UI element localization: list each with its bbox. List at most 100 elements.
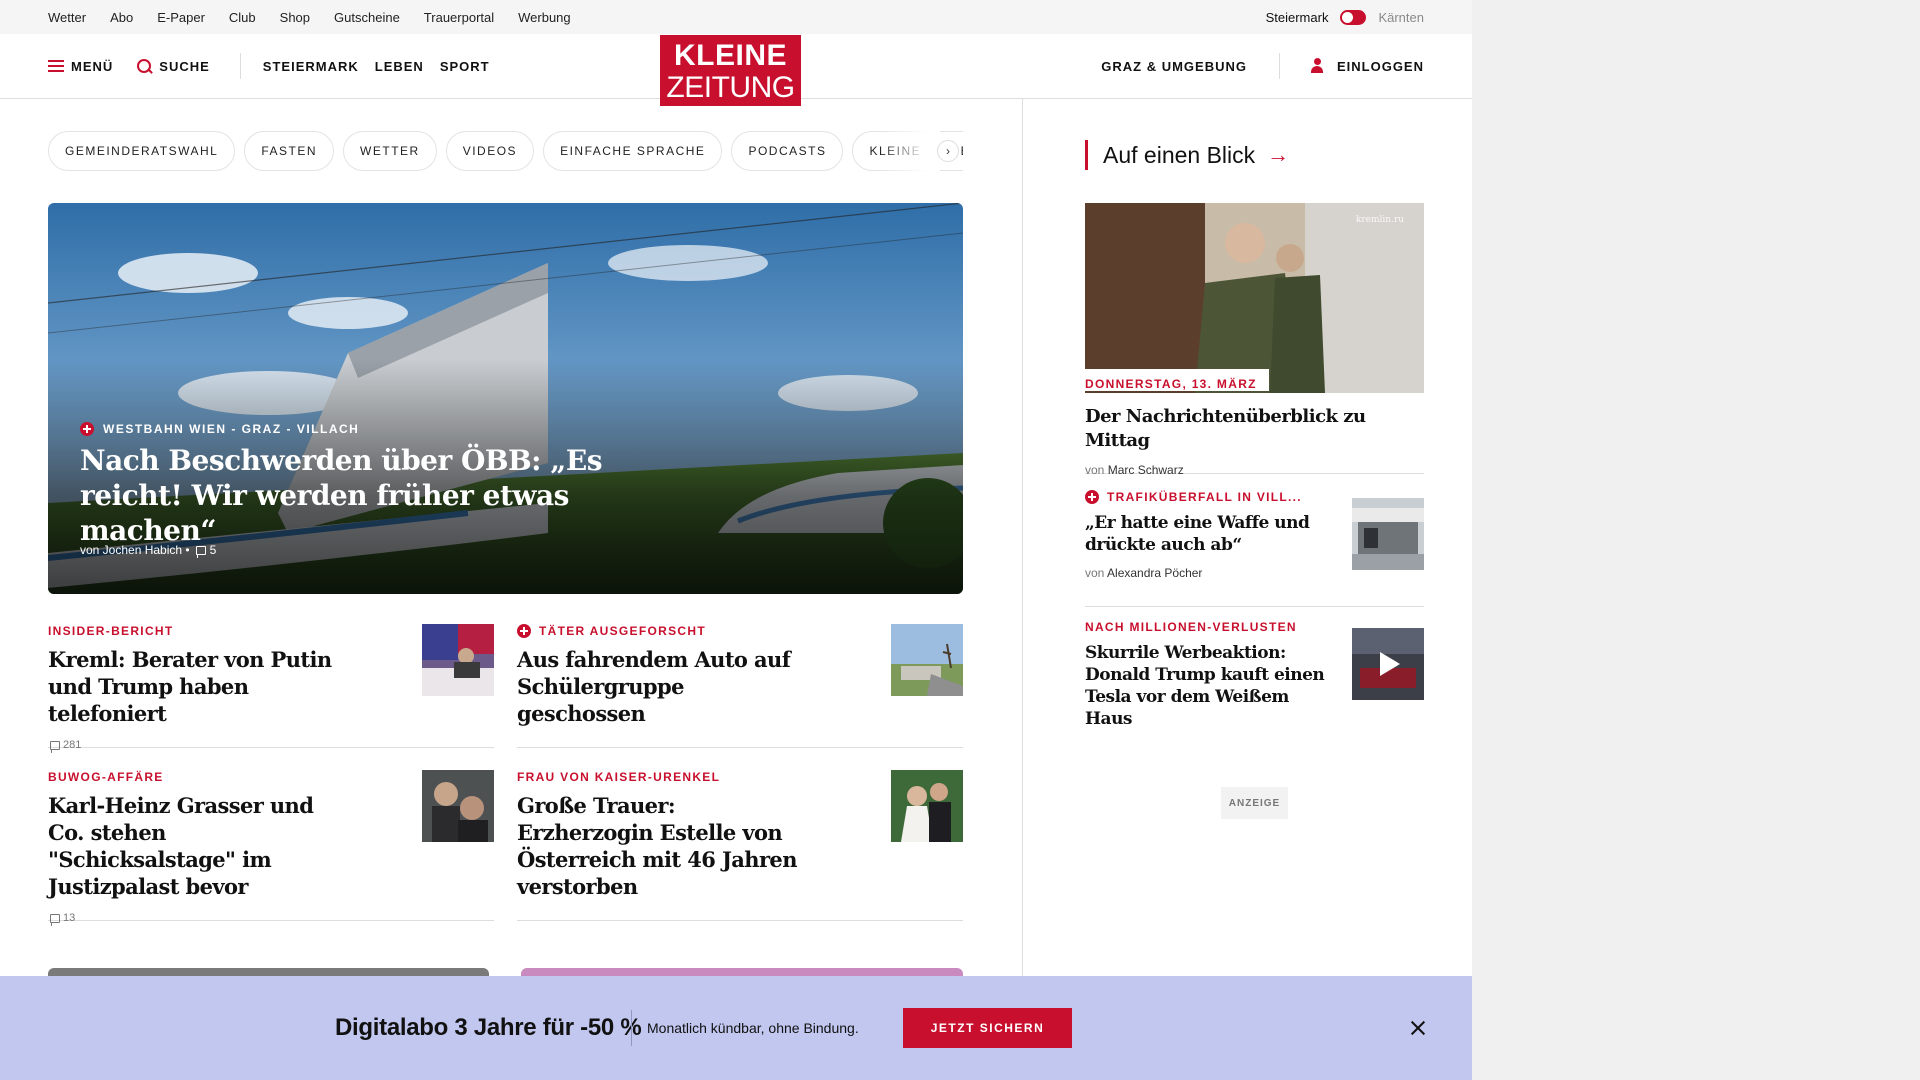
nav-divider bbox=[239, 53, 241, 79]
main-nav: MENÜ SUCHE STEIERMARK LEBEN SPORT KLEINE… bbox=[0, 34, 1472, 106]
sidebar-heading-auf-einen-blick[interactable]: Auf einen Blick → bbox=[1085, 140, 1289, 170]
sidebar-feature-image: kremlin.ru DONNERSTAG, 13. MÄRZ bbox=[1085, 203, 1424, 393]
article-thumbnail bbox=[422, 624, 494, 696]
search-label: SUCHE bbox=[159, 58, 210, 74]
hamburger-icon bbox=[48, 60, 64, 72]
article-teaser-grasser[interactable]: BUWOG-AFFÄRE Karl-Heinz Grasser und Co. … bbox=[48, 770, 494, 926]
utility-link-shop[interactable]: Shop bbox=[280, 10, 310, 25]
login-button[interactable]: EINLOGGEN bbox=[1310, 58, 1424, 74]
pill-videos[interactable]: VIDEOS bbox=[445, 131, 535, 171]
nav-left: MENÜ SUCHE STEIERMARK LEBEN SPORT bbox=[48, 34, 490, 98]
hero-comment-count: 5 bbox=[209, 543, 217, 557]
nav-steiermark[interactable]: STEIERMARK bbox=[263, 59, 359, 74]
sidebar-feature-author: Marc Schwarz bbox=[1107, 463, 1184, 477]
nav-graz-umgebung[interactable]: GRAZ & UMGEBUNG bbox=[1101, 59, 1247, 74]
utility-bar: Wetter Abo E-Paper Club Shop Gutscheine … bbox=[0, 0, 1472, 34]
sidebar-article-author: Alexandra Pöcher bbox=[1107, 566, 1203, 580]
article-comment-count: 281 bbox=[63, 739, 82, 751]
promo-subtitle: Monatlich kündbar, ohne Bindung. bbox=[647, 1020, 859, 1036]
sidebar-feature-meta: von Marc Schwarz bbox=[1085, 463, 1424, 477]
user-icon bbox=[1310, 58, 1324, 74]
page: Wetter Abo E-Paper Club Shop Gutscheine … bbox=[0, 0, 1472, 1080]
pill-podcasts[interactable]: PODCASTS bbox=[731, 131, 844, 171]
subscription-banner: Digitalabo 3 Jahre für -50 % Monatlich k… bbox=[0, 976, 1472, 1080]
promo-divider bbox=[631, 1010, 632, 1046]
hero-kicker: WESTBAHN WIEN - GRAZ - VILLACH bbox=[80, 422, 359, 436]
jetzt-sichern-button[interactable]: JETZT SICHERN bbox=[903, 1008, 1072, 1048]
region-switch: Steiermark Kärnten bbox=[1266, 0, 1424, 34]
hero-meta: von Jochen Habich • 5 bbox=[80, 543, 217, 558]
article-headline[interactable]: Aus fahrendem Auto auf Schülergruppe ges… bbox=[517, 646, 817, 727]
utility-link-gutscheine[interactable]: Gutscheine bbox=[334, 10, 400, 25]
article-teaser-schuelergruppe[interactable]: TÄTER AUSGEFORSCHT Aus fahrendem Auto au… bbox=[517, 624, 963, 748]
hero-headline[interactable]: Nach Beschwerden über ÖBB: „Es reicht! W… bbox=[80, 443, 700, 548]
utility-link-epaper[interactable]: E-Paper bbox=[157, 10, 205, 25]
close-icon[interactable] bbox=[1407, 1017, 1429, 1039]
pills-next-button[interactable]: › bbox=[937, 140, 959, 162]
sidebar-feature-article[interactable]: kremlin.ru DONNERSTAG, 13. MÄRZ Der Nach… bbox=[1085, 203, 1424, 477]
promo-title: Digitalabo 3 Jahre für -50 % bbox=[335, 1014, 642, 1041]
sidebar-feature-headline[interactable]: Der Nachrichtenüberblick zu Mittag bbox=[1085, 405, 1424, 453]
region-toggle[interactable] bbox=[1340, 9, 1367, 25]
utility-links: Wetter Abo E-Paper Club Shop Gutscheine … bbox=[48, 0, 571, 34]
column-divider bbox=[1022, 99, 1023, 1080]
premium-plus-icon bbox=[1085, 490, 1099, 504]
pills-fade bbox=[880, 131, 940, 171]
hero-kicker-text: WESTBAHN WIEN - GRAZ - VILLACH bbox=[103, 422, 360, 436]
region-steiermark[interactable]: Steiermark bbox=[1266, 10, 1329, 25]
article-teaser-kreml[interactable]: INSIDER-BERICHT Kreml: Berater von Putin… bbox=[48, 624, 494, 753]
sidebar-heading-text: Auf einen Blick bbox=[1103, 141, 1256, 168]
utility-link-trauerportal[interactable]: Trauerportal bbox=[424, 10, 494, 25]
ad-label: ANZEIGE bbox=[1221, 787, 1288, 819]
comment-icon bbox=[50, 913, 60, 926]
nav-leben[interactable]: LEBEN bbox=[375, 59, 424, 74]
region-kaernten[interactable]: Kärnten bbox=[1378, 10, 1424, 25]
pill-wetter[interactable]: WETTER bbox=[343, 131, 437, 171]
hero-article[interactable]: WESTBAHN WIEN - GRAZ - VILLACH Nach Besc… bbox=[48, 203, 963, 594]
nav-divider-right bbox=[1278, 53, 1280, 79]
sidebar-feature-date: DONNERSTAG, 13. MÄRZ bbox=[1085, 369, 1269, 391]
pill-fasten[interactable]: FASTEN bbox=[244, 131, 335, 171]
topic-pills: GEMEINDERATSWAHL FASTEN WETTER VIDEOS EI… bbox=[48, 131, 963, 171]
article-kicker-text: TÄTER AUSGEFORSCHT bbox=[539, 624, 706, 638]
search-icon bbox=[137, 58, 152, 74]
comment-icon bbox=[195, 545, 206, 558]
article-headline[interactable]: Kreml: Berater von Putin und Trump haben… bbox=[48, 646, 348, 727]
login-label: EINLOGGEN bbox=[1336, 58, 1424, 74]
sidebar-article-kicker-text: TRAFIKÜBERFALL IN VILL... bbox=[1107, 490, 1302, 504]
nav-right: GRAZ & UMGEBUNG EINLOGGEN bbox=[1101, 34, 1424, 98]
article-thumbnail bbox=[891, 770, 963, 842]
sidebar-video-thumbnail[interactable] bbox=[1352, 628, 1424, 700]
sidebar-article-thumbnail bbox=[1352, 498, 1424, 570]
logo-line-1: KLEINE bbox=[673, 39, 787, 72]
comment-icon bbox=[50, 740, 60, 753]
article-meta: 13 bbox=[48, 912, 494, 926]
utility-link-wetter[interactable]: Wetter bbox=[48, 10, 86, 25]
utility-link-werbung[interactable]: Werbung bbox=[518, 10, 571, 25]
sidebar-article-trafikueberfall[interactable]: TRAFIKÜBERFALL IN VILL... „Er hatte eine… bbox=[1085, 490, 1424, 607]
article-headline[interactable]: Große Trauer: Erzherzogin Estelle von Ös… bbox=[517, 792, 817, 900]
sidebar-article-headline[interactable]: Skurrile Werbeaktion: Donald Trump kauft… bbox=[1085, 642, 1330, 730]
article-headline[interactable]: Karl-Heinz Grasser und Co. stehen "Schic… bbox=[48, 792, 348, 900]
pill-einfache-sprache[interactable]: EINFACHE SPRACHE bbox=[543, 131, 723, 171]
nav-sport[interactable]: SPORT bbox=[440, 59, 490, 74]
premium-plus-icon bbox=[80, 422, 94, 436]
image-watermark: kremlin.ru bbox=[1355, 215, 1404, 225]
logo-line-2: ZEITUNG bbox=[666, 71, 795, 104]
kleine-zeitung-logo[interactable]: KLEINE ZEITUNG bbox=[660, 35, 801, 106]
utility-link-club[interactable]: Club bbox=[229, 10, 256, 25]
sidebar-article-tesla[interactable]: NACH MILLIONEN-VERLUSTEN Skurrile Werbea… bbox=[1085, 620, 1424, 729]
pill-gemeinderatswahl[interactable]: GEMEINDERATSWAHL bbox=[48, 131, 236, 171]
article-comment-count: 13 bbox=[63, 912, 76, 924]
article-thumbnail bbox=[891, 624, 963, 696]
search-button[interactable]: SUCHE bbox=[137, 58, 210, 74]
hero-author: von Jochen Habich • bbox=[80, 543, 190, 557]
chevron-right-icon: › bbox=[946, 144, 950, 158]
byline-prefix: von bbox=[1085, 566, 1105, 580]
utility-link-abo[interactable]: Abo bbox=[110, 10, 133, 25]
premium-plus-icon bbox=[517, 624, 531, 638]
sidebar-article-headline[interactable]: „Er hatte eine Waffe und drückte auch ab… bbox=[1085, 512, 1330, 556]
article-thumbnail bbox=[422, 770, 494, 842]
article-teaser-erzherzogin[interactable]: FRAU VON KAISER-URENKEL Große Trauer: Er… bbox=[517, 770, 963, 921]
menu-button[interactable]: MENÜ bbox=[48, 59, 113, 74]
